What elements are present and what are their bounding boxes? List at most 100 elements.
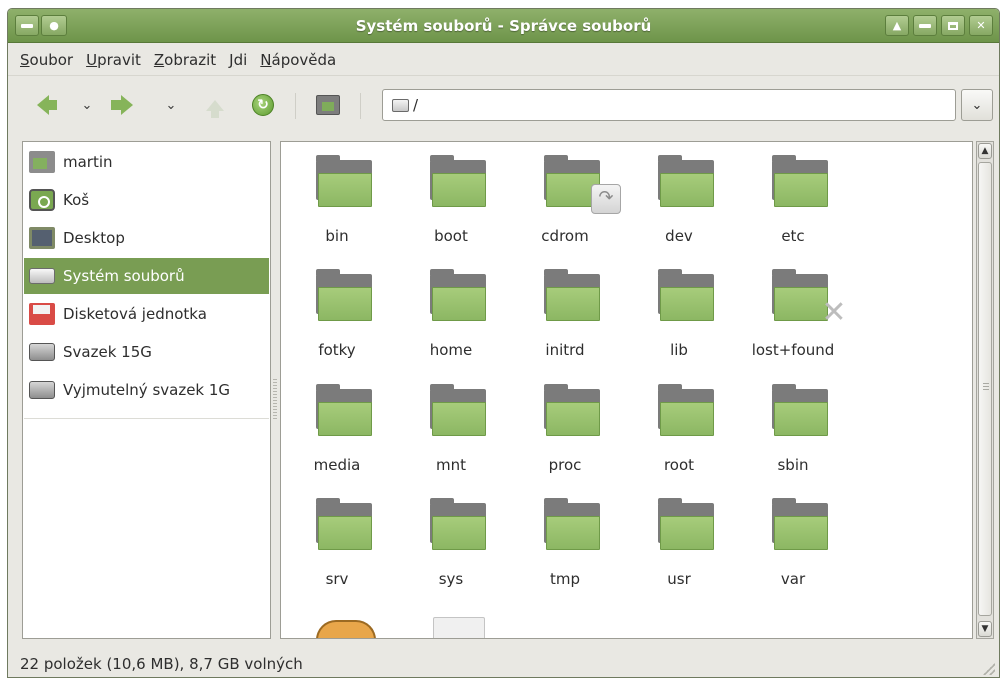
file-item[interactable]: home xyxy=(401,260,501,370)
home-folder-icon xyxy=(29,151,55,173)
menu-upravit[interactable]: Upravit xyxy=(86,51,141,69)
file-name: sys xyxy=(438,570,464,588)
shade-button[interactable]: ▲ xyxy=(885,15,909,36)
file-item[interactable]: tmp xyxy=(515,489,615,599)
sidebar-item-label: Systém souborů xyxy=(63,267,185,285)
reload-icon: ↻ xyxy=(252,94,274,116)
location-dropdown-button[interactable]: ⌄ xyxy=(961,89,993,121)
menu-jdi[interactable]: Jdi xyxy=(229,51,247,69)
file-item[interactable]: lib xyxy=(629,260,729,370)
places-sidebar: martin Koš Desktop Systém souborů Disket… xyxy=(22,141,271,639)
file-name: etc xyxy=(781,227,805,245)
scrollbar-thumb[interactable] xyxy=(978,162,992,616)
minimize-button[interactable] xyxy=(913,15,937,36)
back-history-button[interactable]: ⌄ xyxy=(72,91,102,119)
folder-icon xyxy=(658,155,714,207)
sidebar-item-desktop[interactable]: Desktop xyxy=(24,220,269,256)
pane-splitter[interactable] xyxy=(273,379,277,419)
sidebar-item-martin[interactable]: martin xyxy=(24,144,269,180)
sidebar-item-label: Vyjmutelný svazek 1G xyxy=(63,381,231,399)
file-item[interactable]: mnt xyxy=(401,375,501,485)
folder-icon xyxy=(544,384,600,436)
document-file-icon[interactable] xyxy=(433,617,485,638)
folder-icon xyxy=(658,498,714,550)
maximize-icon xyxy=(948,21,958,30)
file-item[interactable]: usr xyxy=(629,489,729,599)
sidebar-item-label: Svazek 15G xyxy=(63,343,152,361)
folder-icon xyxy=(316,155,372,207)
folder-icon xyxy=(772,384,828,436)
vertical-scrollbar[interactable]: ▲ ▼ xyxy=(976,141,994,639)
window-title: Systém souborů - Správce souborů xyxy=(355,17,652,35)
menu-mnemonic: U xyxy=(86,50,98,69)
file-item[interactable]: media xyxy=(287,375,387,485)
menu-napoveda[interactable]: Nápověda xyxy=(260,51,336,69)
sidebar-item-volume-15g[interactable]: Svazek 15G xyxy=(24,334,269,370)
chevron-down-icon: ⌄ xyxy=(165,97,177,113)
location-bar[interactable]: / xyxy=(382,89,956,121)
file-item[interactable]: proc xyxy=(515,375,615,485)
title-bar[interactable]: ● Systém souborů - Správce souborů ▲ ✕ xyxy=(8,9,999,43)
close-icon: ✕ xyxy=(976,19,986,32)
location-text: / xyxy=(413,96,419,114)
sidebar-item-filesystem[interactable]: Systém souborů xyxy=(24,258,269,294)
file-icon-view[interactable]: bin boot ↷ cdrom dev etc fotky home init… xyxy=(280,141,973,639)
folder-icon xyxy=(772,498,828,550)
scroll-down-icon[interactable]: ▼ xyxy=(978,621,992,637)
close-button[interactable]: ✕ xyxy=(969,15,993,36)
toolbar-separator xyxy=(360,93,361,119)
sidebar-item-label: martin xyxy=(63,153,113,171)
menu-label: ápověda xyxy=(271,50,337,69)
file-name: lib xyxy=(670,341,688,359)
menu-label: obrazit xyxy=(164,50,217,69)
hard-drive-icon xyxy=(29,343,55,361)
file-item[interactable]: initrd xyxy=(515,260,615,370)
menu-mnemonic: N xyxy=(260,50,272,69)
menu-mnemonic: Z xyxy=(153,50,165,69)
back-arrow-icon xyxy=(37,95,57,115)
sidebar-item-removable-1g[interactable]: Vyjmutelný svazek 1G xyxy=(24,372,269,408)
file-item[interactable]: dev xyxy=(629,146,729,256)
menu-label: pravit xyxy=(97,50,141,69)
up-arrow-icon xyxy=(206,99,224,118)
file-item[interactable]: boot xyxy=(401,146,501,256)
file-item[interactable]: srv xyxy=(287,489,387,599)
menu-zobrazit[interactable]: Zobrazit xyxy=(154,51,216,69)
maximize-button[interactable] xyxy=(941,15,965,36)
symlink-emblem-icon: ↷ xyxy=(591,184,621,214)
file-item[interactable]: bin xyxy=(287,146,387,256)
folder-icon xyxy=(544,498,600,550)
sidebar-item-trash[interactable]: Koš xyxy=(24,182,269,218)
file-item[interactable]: fotky xyxy=(287,260,387,370)
file-item[interactable]: ↷ cdrom xyxy=(515,146,621,256)
back-button[interactable] xyxy=(28,91,58,119)
sidebar-item-floppy[interactable]: Disketová jednotka xyxy=(24,296,269,332)
file-name: var xyxy=(780,570,806,588)
status-text: 22 položek (10,6 MB), 8,7 GB volných xyxy=(20,655,303,673)
folder-icon xyxy=(316,269,372,321)
file-name: proc xyxy=(548,456,582,474)
menu-label: di xyxy=(233,50,248,69)
file-item[interactable]: var xyxy=(743,489,843,599)
home-button[interactable] xyxy=(313,91,343,119)
scroll-up-icon[interactable]: ▲ xyxy=(978,143,992,159)
file-name: cdrom xyxy=(541,227,589,245)
file-item[interactable]: sys xyxy=(401,489,501,599)
file-name: srv xyxy=(325,570,349,588)
file-item[interactable]: sbin xyxy=(743,375,843,485)
menu-soubor[interactable]: Soubor xyxy=(20,51,73,69)
up-button[interactable] xyxy=(200,91,230,119)
package-file-icon[interactable] xyxy=(316,612,376,638)
forward-button[interactable] xyxy=(111,91,142,119)
file-item[interactable]: ✕ lost+found xyxy=(743,260,847,370)
folder-icon xyxy=(430,384,486,436)
reload-button[interactable]: ↻ xyxy=(248,91,278,119)
folder-icon xyxy=(430,498,486,550)
file-name: fotky xyxy=(318,341,356,359)
resize-grip-icon[interactable] xyxy=(983,663,995,675)
file-name: sbin xyxy=(777,456,809,474)
file-item[interactable]: root xyxy=(629,375,729,485)
forward-history-button[interactable]: ⌄ xyxy=(156,91,186,119)
folder-icon xyxy=(772,155,828,207)
file-item[interactable]: etc xyxy=(743,146,843,256)
